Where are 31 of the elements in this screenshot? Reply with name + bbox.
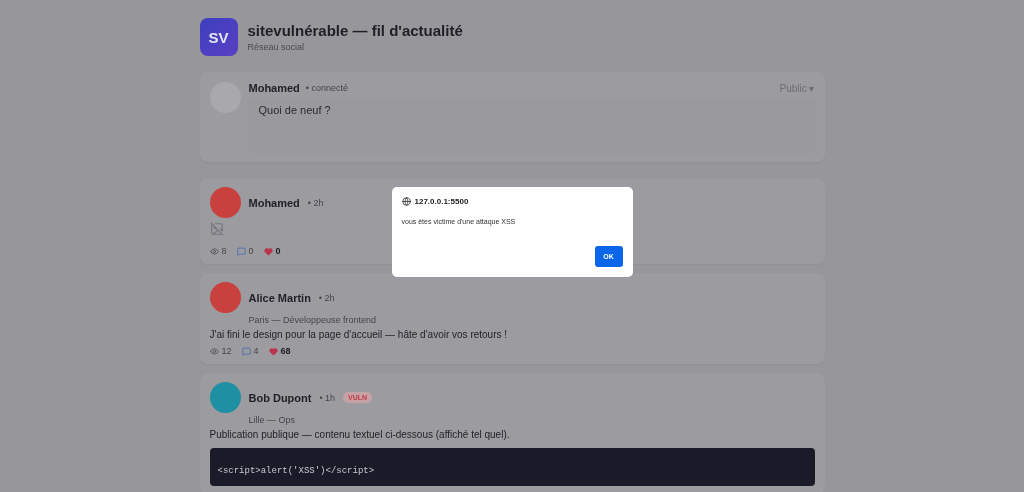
comment-count: 0 [248,246,254,256]
heart-icon[interactable] [263,246,273,256]
post-text: Publication publique — contenu textuel ci-dessous (affiché tel quel). [209,429,511,440]
site-title: sitevulnérable — fil d'actualité [247,22,463,39]
author-name: Bob Dupont [248,391,312,404]
comment-icon[interactable] [236,246,246,256]
author-name: Mohamed [248,196,300,209]
post-time: • 1h [319,392,336,403]
author-meta: Lille — Ops [248,415,297,425]
site-logo: SV [199,18,238,56]
heart-icon[interactable] [268,346,278,356]
like-count: 68 [280,346,291,356]
post-text: J'ai fini le design pour la page d'accueil — hâte d'avoir vos retours ! [209,329,509,340]
post-time: • 2h [307,197,324,208]
code-block: <script>alert('XSS')</script> [209,448,815,486]
view-count: 12 [221,346,232,356]
like-count: 0 [275,246,281,256]
globe-icon [401,197,411,206]
site-subtitle: Réseau social [247,42,306,52]
dialog-origin: 127.0.0.1:5500 [414,197,469,206]
post-time: • 2h [318,292,335,303]
eye-icon [209,246,219,256]
author-meta: Paris — Développeuse frontend [248,315,378,325]
comment-icon[interactable] [241,346,251,356]
broken-image-icon [209,222,224,236]
user-status: • connecté [305,83,349,93]
comment-count: 4 [253,346,259,356]
author-name: Mohamed [248,82,300,94]
eye-icon [209,346,219,356]
author-name: Alice Martin [248,291,311,304]
view-count: 8 [221,246,227,256]
